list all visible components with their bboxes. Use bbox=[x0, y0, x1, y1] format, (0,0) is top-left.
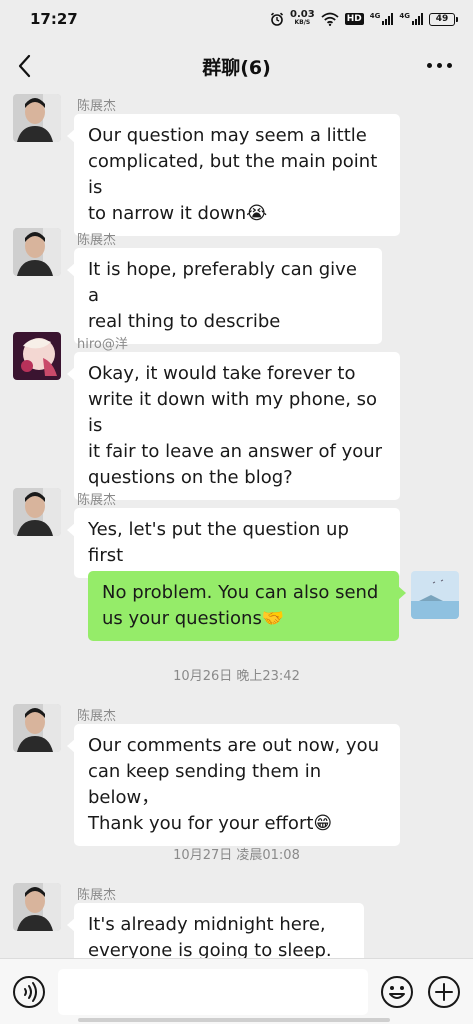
sender-name: 陈展杰 bbox=[77, 233, 117, 248]
avatar[interactable] bbox=[13, 488, 61, 536]
message-bubble[interactable]: Our comments are out now, you can keep s… bbox=[67, 724, 400, 846]
signal-1: 4G bbox=[370, 13, 394, 25]
signal-bars-icon bbox=[412, 13, 423, 25]
message-line: write it down with my phone, so is bbox=[88, 389, 378, 436]
status-icons: 0.03 KB/S HD 4G 4G 49 bbox=[270, 9, 458, 27]
sender-name: hiro@洋 bbox=[77, 337, 128, 352]
battery-icon: 49 bbox=[429, 12, 458, 26]
message-line: Our question may seem a little bbox=[88, 125, 367, 146]
input-bar bbox=[0, 958, 473, 1024]
message-line: can keep sending them in below， bbox=[88, 761, 322, 808]
avatar[interactable] bbox=[13, 883, 61, 931]
emoji-button[interactable] bbox=[380, 975, 414, 1009]
message-line: It is hope, preferably can give a bbox=[88, 259, 357, 306]
message-bubble[interactable]: It is hope, preferably can give a real t… bbox=[67, 248, 382, 344]
plus-button[interactable] bbox=[427, 975, 461, 1009]
message-line: it fair to leave an answer of your bbox=[88, 441, 383, 462]
message-bubble[interactable]: Yes, let's put the question up first bbox=[67, 508, 400, 578]
more-button[interactable] bbox=[427, 58, 453, 72]
home-indicator bbox=[78, 1018, 390, 1022]
alarm-icon bbox=[271, 12, 284, 26]
hd-badge: HD bbox=[344, 13, 364, 25]
timestamp: 10月26日 晚上23:42 bbox=[173, 669, 300, 684]
status-time: 17:27 bbox=[30, 10, 78, 28]
voice-icon bbox=[13, 976, 45, 1008]
anime-avatar-icon bbox=[13, 332, 61, 380]
network-speed-value: 0.03 bbox=[290, 9, 315, 20]
person-avatar-icon bbox=[13, 704, 61, 752]
signal-2-label: 4G bbox=[399, 12, 410, 20]
message-list[interactable]: 陈展杰 Our question may seem a little compl… bbox=[0, 94, 473, 958]
message-line: Yes, let's put the question up first bbox=[88, 519, 349, 566]
message-line: Thank you for your effort😁 bbox=[88, 813, 333, 834]
person-avatar-icon bbox=[13, 883, 61, 931]
timestamp: 10月27日 凌晨01:08 bbox=[173, 848, 300, 863]
message-bubble-outgoing[interactable]: No problem. You can also send us your qu… bbox=[88, 571, 406, 641]
sender-name: 陈展杰 bbox=[77, 888, 117, 903]
back-button[interactable] bbox=[14, 52, 36, 80]
person-avatar-icon bbox=[13, 94, 61, 142]
status-bar: 17:27 0.03 KB/S HD 4G 4G 49 bbox=[0, 0, 473, 38]
message-bubble[interactable]: Okay, it would take forever to write it … bbox=[67, 352, 400, 500]
message-line: No problem. You can also send bbox=[102, 582, 379, 603]
avatar[interactable] bbox=[13, 94, 61, 142]
message-line: questions on the blog? bbox=[88, 467, 293, 488]
chat-header: 群聊(6) bbox=[0, 38, 473, 94]
avatar[interactable] bbox=[13, 332, 61, 380]
message-input[interactable] bbox=[58, 969, 368, 1015]
sender-name: 陈展杰 bbox=[77, 493, 117, 508]
message-line: Our comments are out now, you bbox=[88, 735, 380, 756]
network-speed-unit: KB/S bbox=[294, 19, 311, 26]
plus-icon bbox=[428, 976, 460, 1008]
message-line: us your questions🤝 bbox=[102, 608, 285, 629]
avatar[interactable] bbox=[13, 228, 61, 276]
more-dots-icon bbox=[427, 62, 432, 68]
network-speed: 0.03 KB/S bbox=[290, 9, 315, 27]
message-line: It's already midnight here, bbox=[88, 914, 326, 935]
chevron-left-icon bbox=[18, 54, 31, 78]
my-avatar[interactable] bbox=[411, 571, 459, 619]
wifi-icon bbox=[321, 12, 339, 26]
signal-bars-icon bbox=[382, 13, 394, 25]
voice-button[interactable] bbox=[12, 975, 46, 1009]
signal-1-label: 4G bbox=[369, 12, 381, 20]
battery-level: 49 bbox=[435, 14, 449, 24]
message-bubble[interactable]: Our question may seem a little complicat… bbox=[67, 114, 400, 236]
message-line: to narrow it down😭 bbox=[88, 203, 268, 224]
landscape-avatar-icon bbox=[411, 571, 459, 619]
person-avatar-icon bbox=[13, 228, 61, 276]
signal-2: 4G bbox=[399, 13, 423, 25]
person-avatar-icon bbox=[13, 488, 61, 536]
message-line: Okay, it would take forever to bbox=[88, 363, 356, 384]
avatar[interactable] bbox=[13, 704, 61, 752]
sender-name: 陈展杰 bbox=[77, 99, 117, 114]
chat-title: 群聊(6) bbox=[202, 56, 271, 79]
message-line: complicated, but the main point is bbox=[88, 151, 378, 198]
message-line: real thing to describe bbox=[88, 311, 281, 332]
emoji-icon bbox=[381, 976, 413, 1008]
message-line: everyone is going to sleep. bbox=[88, 940, 332, 958]
sender-name: 陈展杰 bbox=[77, 709, 117, 724]
message-bubble[interactable]: It's already midnight here, everyone is … bbox=[67, 903, 364, 958]
